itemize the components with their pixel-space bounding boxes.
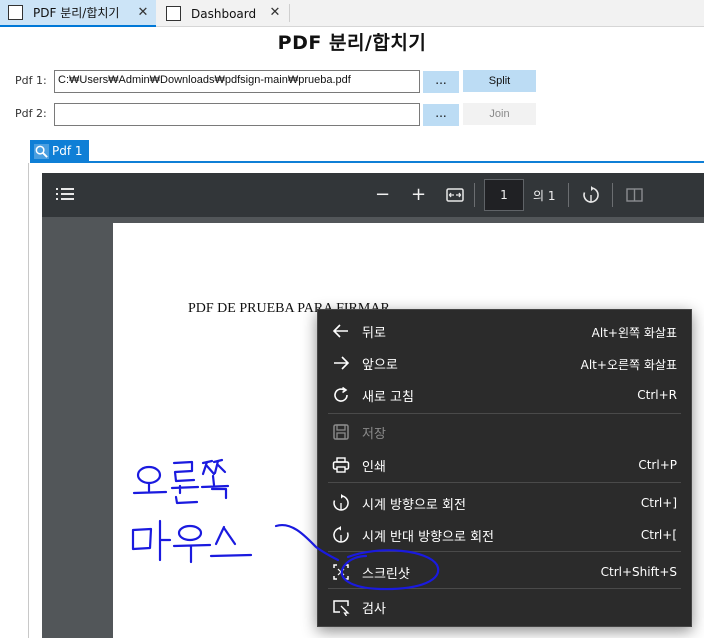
menu-item-label: 스크린샷 bbox=[362, 567, 410, 582]
menu-item-label: 새로 고침 bbox=[362, 390, 414, 405]
screenshot-icon bbox=[333, 564, 349, 580]
pdf2-path-input[interactable] bbox=[54, 103, 420, 126]
menu-item-label: 뒤로 bbox=[362, 326, 386, 341]
menu-item-forward[interactable]: 앞으로 Alt+오른쪽 화살표 bbox=[318, 346, 691, 378]
outline-menu-icon[interactable] bbox=[56, 187, 74, 201]
menu-item-inspect[interactable]: 검사 bbox=[318, 590, 691, 622]
tab-checkbox[interactable] bbox=[166, 6, 181, 21]
menu-item-print[interactable]: 인쇄 Ctrl+P bbox=[318, 448, 691, 480]
menu-separator bbox=[328, 413, 681, 414]
inspect-icon bbox=[333, 600, 350, 616]
refresh-icon bbox=[334, 386, 348, 402]
pdf1-path-input[interactable]: C:₩Users₩Admin₩Downloads₩pdfsign-main₩pr… bbox=[54, 70, 420, 93]
context-menu: 뒤로 Alt+왼쪽 화살표 앞으로 Alt+오른쪽 화살표 새로 고침 Ctrl… bbox=[317, 309, 692, 627]
two-page-view-icon[interactable] bbox=[626, 187, 644, 203]
pdf2-browse-button[interactable]: ... bbox=[423, 104, 459, 126]
menu-item-label: 검사 bbox=[362, 602, 386, 617]
split-button[interactable]: Split bbox=[463, 70, 536, 92]
menu-separator bbox=[328, 482, 681, 483]
tab-divider bbox=[289, 4, 290, 22]
tab-checkbox[interactable] bbox=[8, 5, 23, 20]
magnifier-icon bbox=[34, 143, 49, 159]
menu-item-refresh[interactable]: 새로 고침 Ctrl+R bbox=[318, 378, 691, 410]
print-icon bbox=[332, 457, 350, 473]
menu-item-label: 저장 bbox=[362, 427, 386, 442]
rotate-clockwise-icon bbox=[333, 494, 349, 511]
join-button[interactable]: Join bbox=[463, 103, 536, 125]
tab-strip: PDF 분리/합치기 ✕ Dashboard ✕ bbox=[0, 0, 704, 27]
menu-item-shortcut: Ctrl+P bbox=[638, 458, 677, 472]
menu-item-label: 시계 방향으로 회전 bbox=[362, 498, 466, 513]
pdf1-browse-button[interactable]: ... bbox=[423, 71, 459, 93]
close-icon[interactable]: ✕ bbox=[268, 5, 282, 20]
pdf2-label: Pdf 2: bbox=[15, 107, 47, 120]
toolbar-divider bbox=[568, 183, 569, 207]
menu-separator bbox=[328, 551, 681, 552]
page-title: PDF 분리/합치기 bbox=[277, 32, 427, 54]
fit-width-icon[interactable] bbox=[446, 188, 464, 202]
document-tab-label: Pdf 1 bbox=[52, 144, 83, 158]
menu-item-shortcut: Ctrl+] bbox=[640, 496, 677, 510]
pdf1-label: Pdf 1: bbox=[15, 74, 47, 87]
menu-item-back[interactable]: 뒤로 Alt+왼쪽 화살표 bbox=[318, 314, 691, 346]
toolbar-divider bbox=[474, 183, 475, 207]
toolbar-divider bbox=[612, 183, 613, 207]
app-window: PDF 분리/합치기 ✕ Dashboard ✕ PDF 분리/합치기 Pdf … bbox=[0, 0, 704, 638]
arrow-right-icon bbox=[334, 356, 350, 370]
menu-item-label: 시계 반대 방향으로 회전 bbox=[362, 530, 494, 545]
zoom-out-icon[interactable]: − bbox=[375, 184, 390, 205]
menu-item-shortcut: Ctrl+[ bbox=[640, 528, 677, 542]
menu-item-label: 인쇄 bbox=[362, 460, 386, 475]
document-tab[interactable]: Pdf 1 bbox=[30, 140, 89, 162]
tab-underline bbox=[30, 161, 704, 163]
menu-item-shortcut: Ctrl+Shift+S bbox=[600, 565, 677, 579]
menu-item-rotate-counterclockwise[interactable]: 시계 반대 방향으로 회전 Ctrl+[ bbox=[318, 518, 691, 550]
menu-item-shortcut: Ctrl+R bbox=[637, 388, 677, 402]
menu-separator bbox=[328, 588, 681, 589]
zoom-in-icon[interactable]: + bbox=[411, 184, 426, 205]
tab-label: Dashboard bbox=[191, 6, 257, 21]
close-icon[interactable]: ✕ bbox=[136, 5, 150, 20]
tab-label: PDF 분리/합치기 bbox=[33, 6, 120, 20]
rotate-counterclockwise-icon bbox=[333, 526, 349, 543]
menu-item-shortcut: Alt+오른쪽 화살표 bbox=[580, 358, 677, 372]
viewer-toolbar bbox=[42, 173, 704, 217]
tab-pdf-split-merge[interactable]: PDF 분리/합치기 ✕ bbox=[0, 0, 156, 27]
rotate-icon[interactable] bbox=[582, 186, 600, 204]
page-total: 의 1 bbox=[533, 189, 556, 203]
tab-dashboard[interactable]: Dashboard ✕ bbox=[158, 0, 288, 27]
arrow-left-icon bbox=[332, 324, 348, 338]
menu-item-screenshot[interactable]: 스크린샷 Ctrl+Shift+S bbox=[318, 555, 691, 587]
menu-item-shortcut: Alt+왼쪽 화살표 bbox=[591, 326, 677, 340]
frame-border bbox=[28, 163, 29, 638]
menu-item-rotate-clockwise[interactable]: 시계 방향으로 회전 Ctrl+] bbox=[318, 486, 691, 518]
menu-item-save: 저장 bbox=[318, 415, 691, 447]
save-icon bbox=[333, 424, 349, 440]
page-number-input[interactable]: 1 bbox=[484, 179, 524, 211]
menu-item-label: 앞으로 bbox=[362, 358, 398, 373]
